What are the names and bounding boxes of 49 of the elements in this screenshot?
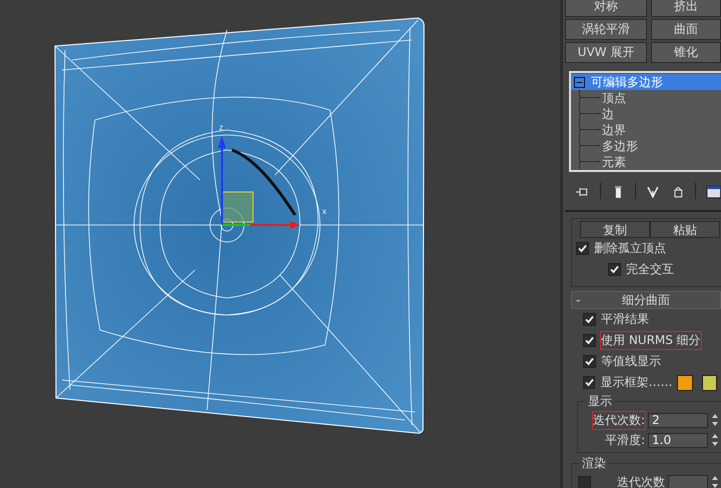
spinner-arrows-icon[interactable] [711,433,719,447]
stack-item-label: 可编辑多边形 [591,74,663,90]
checkbox-label: 等值线显示 [601,353,661,370]
clipboard-button[interactable]: 复制 [580,221,650,238]
checkbox[interactable] [583,313,596,326]
checkbox-label: 完全交互 [626,261,674,278]
axis-label: z [219,123,224,132]
color-swatch[interactable] [677,374,693,390]
checkbox-label: 使用 NURMS 细分 [601,332,701,349]
minus-box-icon[interactable] [574,76,585,88]
window-icon[interactable] [706,184,721,198]
modifier-button[interactable]: 锥化 [651,42,721,63]
rollout-header[interactable]: - 细分曲面 [571,291,721,309]
clipboard-button[interactable]: 粘贴 [650,221,720,238]
spinner-arrows-icon[interactable] [711,413,719,427]
checkbox[interactable] [578,476,591,488]
modifier-button[interactable]: UVW 展开 [565,42,647,63]
stack-sub-item[interactable]: 边 [580,106,721,122]
field-label: 平滑度: [604,432,645,448]
checkbox[interactable] [583,334,596,347]
stack-sub-item[interactable]: 元素 [580,154,721,170]
checkbox-label: 平滑结果 [601,311,649,328]
checkbox[interactable] [608,263,621,276]
stack-item[interactable]: 可编辑多边形 [571,74,721,90]
modifier-button[interactable]: 挤出 [651,0,721,17]
modifier-button[interactable]: 对称 [565,0,647,17]
spinner-field[interactable]: 1.0 [648,432,708,448]
checkbox-label: 删除孤立顶点 [594,240,666,257]
field-label: 迭代次数: [592,412,645,428]
stack-sub-item[interactable]: 顶点 [580,90,721,106]
checkbox[interactable] [576,242,589,255]
modifier-button[interactable]: 涡轮平滑 [565,19,647,40]
group-title: 显示 [586,394,614,408]
modifier-button[interactable]: 曲面 [651,19,721,40]
checkbox[interactable] [583,376,596,389]
group-title: 渲染 [580,456,608,470]
checkbox[interactable] [583,355,596,368]
spinner-field[interactable]: 2 [648,412,708,428]
stack-sub-item[interactable]: 多边形 [580,138,721,154]
field-label: 迭代次数 [617,474,665,488]
spinner-field[interactable] [668,474,708,488]
checkbox-label: 显示框架…… [600,374,672,391]
spinner-arrows-icon[interactable] [711,475,719,488]
collapse-toggle[interactable]: - [572,293,590,307]
stack-sub-item[interactable]: 边界 [580,122,721,138]
transform-gizmo-drawing[interactable] [218,136,300,229]
rollout-title: 细分曲面 [621,292,671,308]
color-swatch[interactable] [702,374,717,390]
axis-label: x [322,207,327,216]
